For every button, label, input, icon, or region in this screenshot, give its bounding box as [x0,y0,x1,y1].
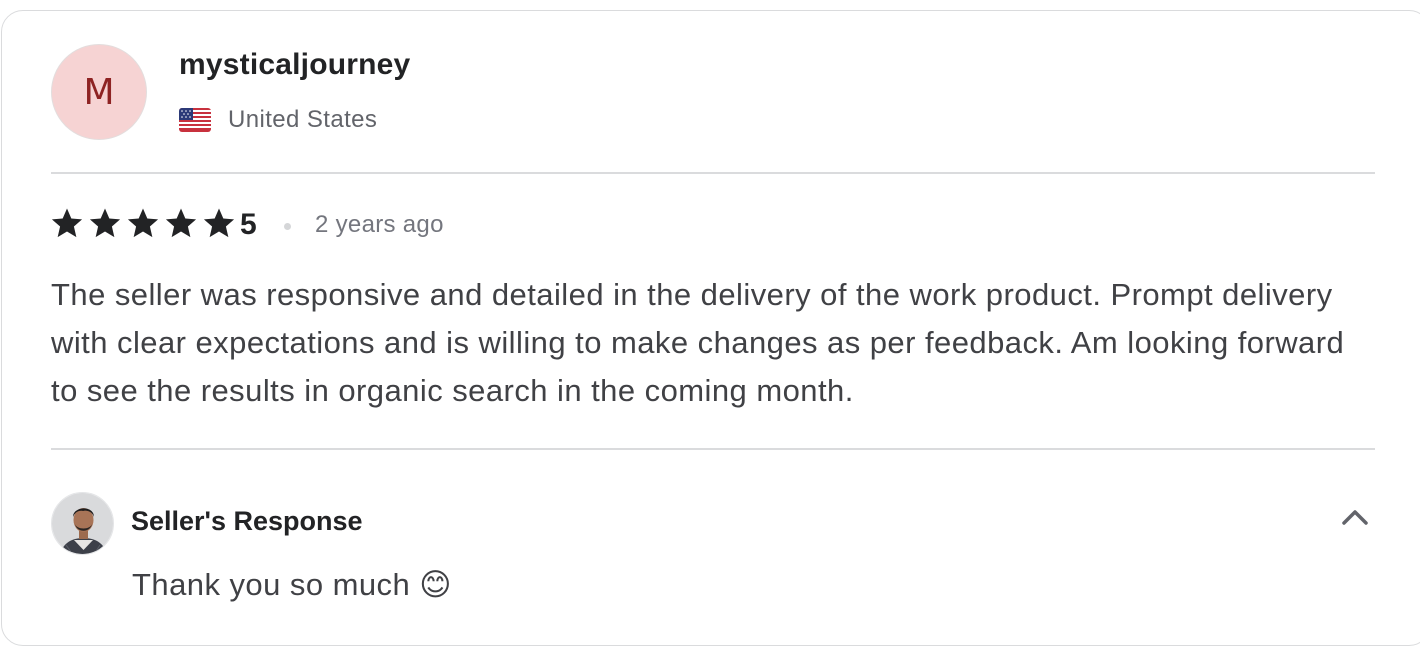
seller-response-text: Thank you so much 😊 [132,567,452,603]
rating-value: 5 [240,208,257,241]
star-icon [89,208,121,238]
star-icon [165,208,197,238]
review-text: The seller was responsive and detailed i… [51,277,1345,408]
star-icon [51,208,83,238]
reviewer-country: United States [228,106,378,133]
collapse-response-button[interactable] [1333,498,1377,536]
us-flag-icon [179,108,211,132]
star-icon [127,208,159,238]
smile-emoji: 😊 [419,567,453,603]
seller-response-title: Seller's Response [131,506,363,536]
seller-avatar [51,492,114,555]
reviewer-avatar[interactable]: M [51,44,147,140]
star-icon [203,208,235,238]
star-rating [50,206,236,240]
separator-dot [284,223,291,230]
divider [51,172,1375,174]
review-time: 2 years ago [315,211,444,238]
chevron-up-icon [1342,510,1368,525]
divider [51,448,1375,450]
response-message: Thank you so much [132,567,411,602]
avatar-initial: M [83,71,115,113]
reviewer-username[interactable]: mysticaljourney [179,48,410,82]
